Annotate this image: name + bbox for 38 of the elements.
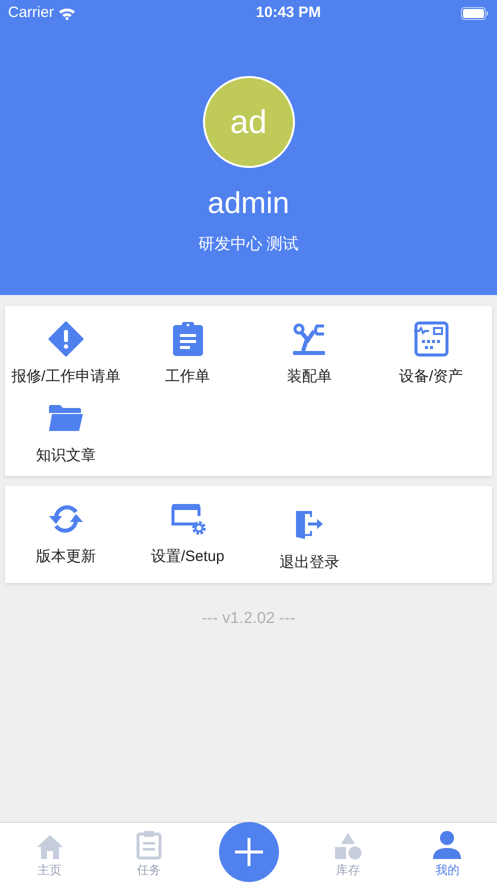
menu-label: 退出登录 — [279, 553, 340, 573]
menu-item[interactable]: 报修/工作申请单 — [5, 320, 127, 387]
clipboard-icon — [172, 322, 204, 356]
menu-label: 设置/Setup — [150, 547, 224, 567]
menu-item[interactable]: 装配单 — [248, 320, 370, 387]
menu-item[interactable]: 退出登录 — [248, 500, 370, 573]
person-icon — [432, 830, 462, 860]
window-gear-icon — [170, 502, 206, 536]
clipboard-icon — [136, 830, 162, 860]
avatar: ad — [202, 76, 294, 168]
device-panel-icon — [413, 321, 450, 357]
menu-label: 报修/工作申请单 — [11, 367, 120, 387]
plus-icon — [234, 837, 264, 867]
battery-icon — [460, 6, 489, 20]
tab-item[interactable]: 我的 — [398, 823, 497, 883]
username: admin — [208, 186, 290, 222]
department-text: 研发中心 测试 — [198, 235, 299, 255]
menu-label: 版本更新 — [36, 547, 96, 567]
menu-label: 装配单 — [286, 367, 332, 387]
menu-item[interactable]: 知识文章 — [5, 399, 127, 466]
robot-arm-icon — [291, 321, 328, 357]
menu-label: 设备/资产 — [399, 367, 464, 387]
refresh-icon — [48, 504, 84, 534]
menu-label: 知识文章 — [36, 446, 96, 466]
exit-door-icon — [293, 509, 326, 541]
carrier-text: Carrier — [8, 2, 54, 23]
menu-label: 工作单 — [165, 367, 210, 387]
menu-item[interactable]: 设备/资产 — [370, 320, 492, 387]
menu-item[interactable]: 版本更新 — [5, 500, 127, 573]
wifi-icon — [58, 6, 76, 20]
shapes-icon — [334, 832, 362, 860]
folder-icon — [48, 404, 84, 432]
warning-diamond-icon — [48, 321, 84, 357]
version-text: --- v1.2.02 --- — [202, 609, 296, 629]
clock-text: 10:43 PM — [256, 2, 321, 23]
home-icon — [36, 834, 64, 860]
menu-item[interactable]: 工作单 — [126, 320, 248, 387]
menu-item[interactable]: 设置/Setup — [126, 500, 248, 573]
